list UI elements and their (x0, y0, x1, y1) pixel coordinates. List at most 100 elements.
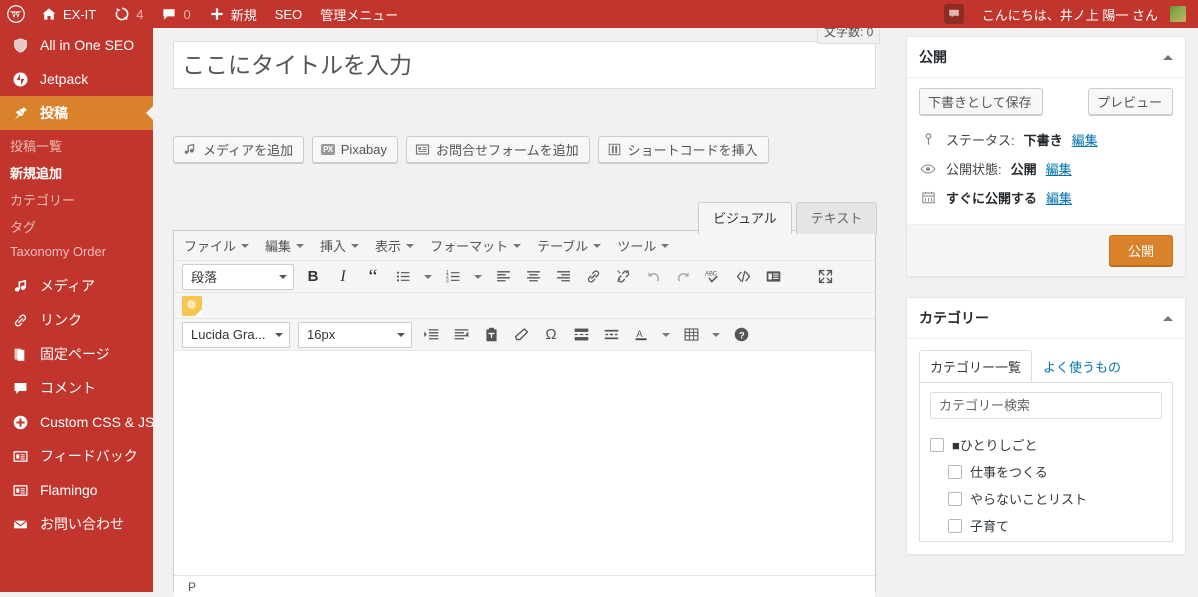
sidebar-item-pages[interactable]: 固定ページ (0, 337, 153, 371)
category-item-kosodate[interactable]: 子育て (930, 512, 1162, 539)
wordpress-logo-button[interactable] (0, 0, 32, 28)
pixabay-button[interactable]: PX Pixabay (312, 136, 399, 163)
collapse-arrow-icon[interactable] (1163, 54, 1173, 60)
category-item-yaranaikoto-list[interactable]: やらないことリスト (930, 485, 1162, 512)
menu-edit[interactable]: 編集 (257, 233, 312, 258)
category-checkbox[interactable] (948, 491, 962, 506)
page-break-icon[interactable] (566, 322, 596, 348)
tab-text[interactable]: テキスト (795, 202, 878, 234)
sidebar-item-links[interactable]: リンク (0, 303, 153, 337)
publish-button[interactable]: 公開 (1108, 235, 1173, 266)
editor-content-area[interactable]: P (174, 351, 875, 597)
sidebar-item-comments[interactable]: コメント (0, 371, 153, 405)
preview-button[interactable]: プレビュー (1087, 88, 1173, 115)
align-center-icon[interactable] (518, 264, 548, 290)
paragraph-format-select[interactable]: 段落 (182, 263, 294, 290)
menu-format[interactable]: フォーマット (422, 233, 529, 258)
sidebar-item-label: コメント (40, 380, 96, 396)
sidebar-item-media[interactable]: メディア (0, 269, 153, 303)
new-content-button[interactable]: 新規 (200, 0, 266, 28)
menu-file[interactable]: ファイル (176, 233, 257, 258)
sidebar-item-all-in-one-seo[interactable]: All in One SEO (0, 28, 153, 62)
seo-menu-button[interactable]: SEO (266, 0, 311, 28)
sidebar-item-custom-css-js[interactable]: Custom CSS & JS (0, 405, 153, 439)
add-contact-form-button[interactable]: お問合せフォームを追加 (406, 136, 590, 163)
submenu-item-add-new[interactable]: 新規追加 (0, 159, 153, 186)
edit-status-link[interactable]: 編集 (1072, 130, 1098, 149)
menu-view[interactable]: 表示 (367, 233, 422, 258)
menu-insert[interactable]: 挿入 (312, 233, 367, 258)
category-list-panel: ■ひとりしごと 仕事をつくる やらないことリスト 子育て 働き方改革 (919, 382, 1173, 542)
fullscreen-icon[interactable] (810, 264, 840, 290)
increase-indent-icon[interactable] (416, 322, 446, 348)
sidebar-item-posts[interactable]: 投稿 (0, 96, 153, 130)
align-right-icon[interactable] (548, 264, 578, 290)
help-icon[interactable]: ? (726, 322, 756, 348)
category-item-hatarakikata-kaikaku[interactable]: 働き方改革 (930, 539, 1162, 541)
category-item-shigoto-wo-tsukuru[interactable]: 仕事をつくる (930, 458, 1162, 485)
admin-menu-button[interactable]: 管理メニュー (311, 0, 407, 28)
clear-formatting-icon[interactable] (506, 322, 536, 348)
numbered-list-icon[interactable]: 123 (438, 264, 468, 290)
my-account-button[interactable]: こんにちは、井ノ上 陽一 さん (973, 0, 1198, 28)
horizontal-rule-icon[interactable] (596, 322, 626, 348)
menu-table[interactable]: テーブル (529, 233, 609, 258)
text-color-icon[interactable]: A (626, 322, 656, 348)
numbered-list-options-icon[interactable] (468, 264, 488, 290)
element-path[interactable]: P (188, 580, 196, 594)
tab-all-categories[interactable]: カテゴリー一覧 (919, 350, 1033, 382)
category-item-hitorishigoto[interactable]: ■ひとりしごと (930, 431, 1162, 458)
category-search-input[interactable] (930, 392, 1162, 419)
blockquote-icon[interactable]: “ (358, 264, 388, 290)
unlink-icon[interactable] (608, 264, 638, 290)
insert-shortcode-button[interactable]: ショートコードを挿入 (597, 136, 769, 163)
undo-icon[interactable] (638, 264, 668, 290)
submenu-item-post-list[interactable]: 投稿一覧 (0, 132, 153, 159)
category-checkbox[interactable] (948, 518, 962, 533)
italic-icon[interactable]: I (328, 264, 358, 290)
paste-icon[interactable] (476, 322, 506, 348)
category-checkbox[interactable] (930, 437, 944, 452)
decrease-indent-icon[interactable] (446, 322, 476, 348)
post-title-input[interactable] (173, 41, 876, 89)
insert-link-icon[interactable] (578, 264, 608, 290)
add-media-button[interactable]: メディアを追加 (173, 136, 305, 163)
font-size-select[interactable]: 16px (298, 321, 412, 348)
redo-icon[interactable] (668, 264, 698, 290)
edit-schedule-link[interactable]: 編集 (1046, 188, 1072, 207)
table-options-icon[interactable] (706, 322, 726, 348)
category-box-header: カテゴリー (907, 298, 1185, 339)
text-color-options-icon[interactable] (656, 322, 676, 348)
sidebar-item-jetpack[interactable]: Jetpack (0, 62, 153, 96)
bold-icon[interactable]: B (298, 264, 328, 290)
spellcheck-icon[interactable]: ABC (698, 264, 728, 290)
font-family-select[interactable]: Lucida Gra... (182, 321, 290, 348)
sticky-note-icon[interactable] (182, 295, 202, 316)
submenu-item-tags[interactable]: タグ (0, 213, 153, 240)
menu-tools[interactable]: ツール (609, 233, 677, 258)
sidebar-item-contact[interactable]: お問い合わせ (0, 507, 153, 541)
sidebar-item-flamingo[interactable]: Flamingo (0, 473, 153, 507)
save-draft-button[interactable]: 下書きとして保存 (919, 88, 1043, 115)
sidebar-item-feedback[interactable]: フィードバック (0, 439, 153, 473)
tab-most-used[interactable]: よく使うもの (1032, 350, 1132, 382)
submenu-item-categories[interactable]: カテゴリー (0, 186, 153, 213)
align-left-icon[interactable] (488, 264, 518, 290)
submenu-item-taxonomy-order[interactable]: Taxonomy Order (0, 240, 153, 263)
bullet-list-options-icon[interactable] (418, 264, 438, 290)
special-character-icon[interactable]: Ω (536, 322, 566, 348)
source-code-icon[interactable] (728, 264, 758, 290)
collapse-arrow-icon[interactable] (1163, 315, 1173, 321)
comments-button[interactable]: 0 (152, 0, 199, 28)
sidebar-item-label: Custom CSS & JS (40, 414, 153, 430)
table-icon[interactable] (676, 322, 706, 348)
tab-visual[interactable]: ビジュアル (698, 202, 792, 234)
site-name-button[interactable]: EX-IT (32, 0, 105, 28)
bullet-list-icon[interactable] (388, 264, 418, 290)
category-checkbox[interactable] (948, 464, 962, 479)
updates-button[interactable]: 4 (105, 0, 152, 28)
read-more-icon[interactable] (758, 264, 788, 290)
admin-menu-label: 管理メニュー (320, 7, 399, 23)
edit-visibility-link[interactable]: 編集 (1046, 159, 1072, 178)
screen-notification-button[interactable] (935, 0, 973, 28)
